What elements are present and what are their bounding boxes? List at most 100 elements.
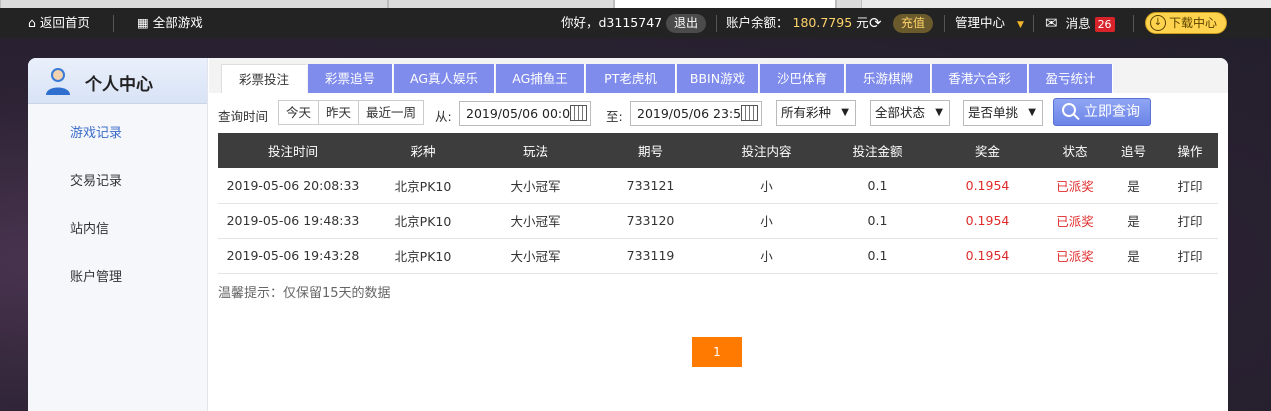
prize-cell: 0.1954 <box>930 168 1045 204</box>
status-cell: 已派奖 <box>1045 238 1105 274</box>
main-content: 彩票投注 彩票追号 AG真人娱乐 AG捕鱼王 PT老虎机 BBIN游戏 沙巴体育… <box>209 58 1228 411</box>
to-label: 至: <box>606 109 623 124</box>
play-type-cell: 大小冠军 <box>478 203 593 239</box>
home-link[interactable]: ⌂ 返回首页 <box>28 8 90 38</box>
page-button-current[interactable]: 1 <box>692 337 742 367</box>
status-cell: 已派奖 <box>1045 203 1105 239</box>
status-select[interactable]: 全部状态 ▼ <box>870 100 950 126</box>
all-games-link[interactable]: ▦ 全部游戏 <box>137 8 203 38</box>
today-button[interactable]: 今天 <box>278 100 319 125</box>
tab-leyou-chess[interactable]: 乐游棋牌 <box>846 64 931 93</box>
issue-cell: 733120 <box>593 203 708 239</box>
prize-cell: 0.1954 <box>930 238 1045 274</box>
divider <box>944 15 945 32</box>
column-header: 玩法 <box>478 133 593 168</box>
download-icon: ↓ <box>1150 15 1166 31</box>
tab-ag-fishing[interactable]: AG捕鱼王 <box>496 64 585 93</box>
bet-time-cell: 2019-05-06 19:43:28 <box>218 238 368 274</box>
column-header: 操作 <box>1162 133 1218 168</box>
sidebar-item-account[interactable]: 账户管理 <box>70 266 122 285</box>
table-row: 2019-05-06 19:48:33 北京PK10 大小冠军 733120 小… <box>218 203 1218 239</box>
tab-hk-mark-six[interactable]: 香港六合彩 <box>932 64 1028 93</box>
table-row: 2019-05-06 20:08:33 北京PK10 大小冠军 733121 小… <box>218 168 1218 204</box>
tab-profit-stats[interactable]: 盈亏统计 <box>1029 64 1113 93</box>
divider <box>1133 15 1134 32</box>
personal-center-panel: 个人中心 游戏记录 交易记录 站内信 账户管理 彩票投注 彩票追号 AG真人娱乐… <box>28 58 1228 411</box>
top-bar: ⌂ 返回首页 ▦ 全部游戏 你好，d3115747 退出 账户余额： 180.7… <box>0 8 1271 38</box>
lottery-cell: 北京PK10 <box>368 238 478 274</box>
filter-bar: 查询时间 今天 昨天 最近一周 从: 2019/05/06 00:00 至: 2… <box>209 93 1228 131</box>
table-row: 2019-05-06 19:43:28 北京PK10 大小冠军 733119 小… <box>218 238 1218 274</box>
prize-cell: 0.1954 <box>930 203 1045 239</box>
divider <box>716 15 717 32</box>
user-avatar-icon <box>46 68 70 95</box>
bet-records-table: 投注时间 彩种 玩法 期号 投注内容 投注金额 奖金 状态 追号 操作 2019… <box>218 133 1218 274</box>
bet-content-cell: 小 <box>708 203 825 239</box>
greeting: 你好，d3115747 <box>561 15 663 30</box>
sidebar-item-inbox[interactable]: 站内信 <box>70 218 109 237</box>
retention-tip: 温馨提示：仅保留15天的数据 <box>218 286 391 301</box>
mail-icon: ✉ <box>1045 14 1058 32</box>
column-header: 状态 <box>1045 133 1105 168</box>
tab-lottery-bets[interactable]: 彩票投注 <box>221 64 307 93</box>
status-cell: 已派奖 <box>1045 168 1105 204</box>
refresh-icon[interactable]: ⟳ <box>869 8 882 38</box>
browser-tab-active[interactable] <box>614 0 836 8</box>
to-date-input[interactable]: 2019/05/06 23:59 <box>630 101 762 126</box>
search-icon <box>1062 103 1076 117</box>
messages-link[interactable]: ✉ 消息 26 <box>1045 8 1115 38</box>
sidebar-item-transactions[interactable]: 交易记录 <box>70 170 122 189</box>
bet-amount-cell: 0.1 <box>825 203 930 239</box>
column-header: 追号 <box>1105 133 1162 168</box>
chase-cell: 是 <box>1105 238 1162 274</box>
column-header: 彩种 <box>368 133 478 168</box>
tab-lottery-chase[interactable]: 彩票追号 <box>308 64 393 93</box>
browser-tab[interactable] <box>0 0 388 8</box>
print-link[interactable]: 打印 <box>1162 203 1218 239</box>
yesterday-button[interactable]: 昨天 <box>318 100 359 125</box>
tab-pt-slots[interactable]: PT老虎机 <box>586 64 676 93</box>
caret-down-icon: ▼ <box>935 107 943 118</box>
single-pick-select[interactable]: 是否单挑 ▼ <box>963 100 1043 126</box>
issue-cell: 733121 <box>593 168 708 204</box>
bet-amount-cell: 0.1 <box>825 238 930 274</box>
chase-cell: 是 <box>1105 203 1162 239</box>
recharge-button[interactable]: 充值 <box>893 8 934 38</box>
bet-time-cell: 2019-05-06 19:48:33 <box>218 203 368 239</box>
from-date-input[interactable]: 2019/05/06 00:00 <box>459 101 591 126</box>
sidebar: 个人中心 游戏记录 交易记录 站内信 账户管理 <box>28 58 208 411</box>
sidebar-item-game-records[interactable]: 游戏记录 <box>70 122 122 141</box>
new-tab-button[interactable] <box>836 0 862 8</box>
play-type-cell: 大小冠军 <box>478 168 593 204</box>
logout-button[interactable]: 退出 <box>666 8 707 38</box>
bet-content-cell: 小 <box>708 168 825 204</box>
lottery-cell: 北京PK10 <box>368 168 478 204</box>
bet-content-cell: 小 <box>708 238 825 274</box>
column-header: 投注时间 <box>218 133 368 168</box>
home-icon: ⌂ <box>28 15 36 30</box>
print-link[interactable]: 打印 <box>1162 238 1218 274</box>
lottery-type-select[interactable]: 所有彩种 ▼ <box>776 100 856 126</box>
from-label: 从: <box>435 109 452 124</box>
manage-center-menu[interactable]: 管理中心 ▼ <box>955 8 1024 38</box>
query-time-label: 查询时间 <box>218 109 269 124</box>
column-header: 投注金额 <box>825 133 930 168</box>
print-link[interactable]: 打印 <box>1162 168 1218 204</box>
sidebar-header: 个人中心 <box>28 58 207 104</box>
tab-saba-sports[interactable]: 沙巴体育 <box>760 64 845 93</box>
tab-ag-live[interactable]: AG真人娱乐 <box>394 64 495 93</box>
balance: 账户余额： 180.7795 元 <box>726 15 869 30</box>
calendar-icon[interactable] <box>570 105 587 121</box>
sidebar-title: 个人中心 <box>85 75 153 95</box>
divider <box>1033 15 1034 32</box>
tab-bar: 彩票投注 彩票追号 AG真人娱乐 AG捕鱼王 PT老虎机 BBIN游戏 沙巴体育… <box>209 58 1228 93</box>
balance-value: 180.7795 <box>792 15 853 30</box>
calendar-icon[interactable] <box>741 105 758 121</box>
tab-bbin[interactable]: BBIN游戏 <box>677 64 759 93</box>
search-button[interactable]: 立即查询 <box>1053 98 1151 126</box>
browser-tab-strip <box>0 0 1271 8</box>
last-week-button[interactable]: 最近一周 <box>358 100 424 125</box>
download-center-button[interactable]: ↓ 下载中心 <box>1145 12 1227 34</box>
browser-tab[interactable] <box>388 0 614 8</box>
chase-cell: 是 <box>1105 168 1162 204</box>
